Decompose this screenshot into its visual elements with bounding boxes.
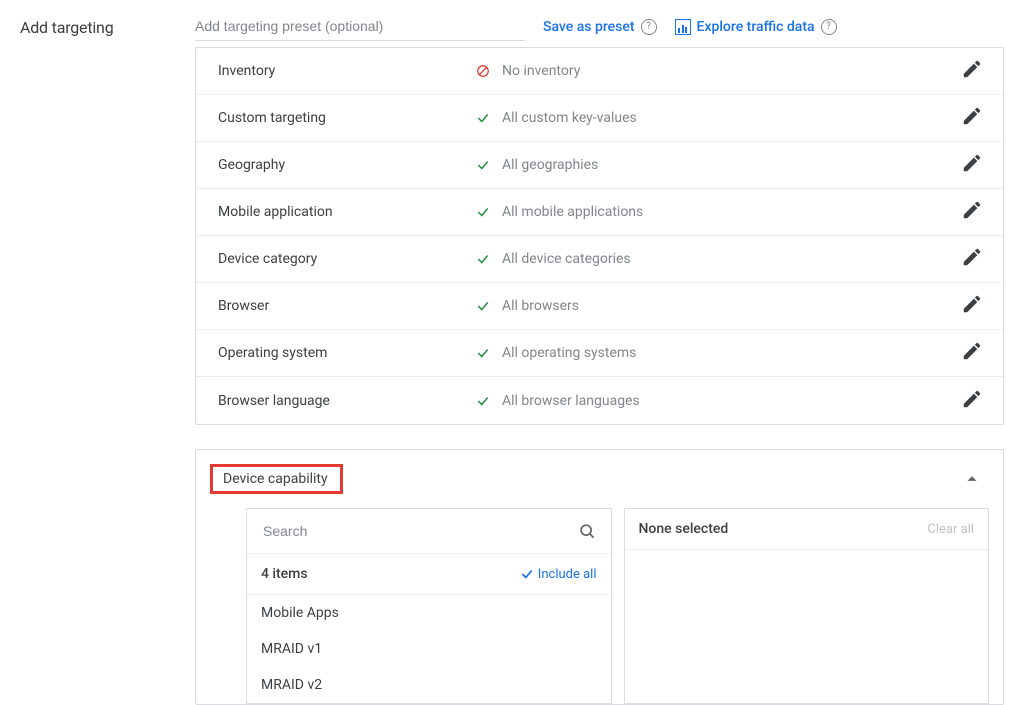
pencil-icon [961, 199, 983, 221]
explore-traffic-link[interactable]: Explore traffic data [675, 19, 815, 35]
row-status: All operating systems [474, 345, 961, 361]
row-status: All mobile applications [474, 204, 961, 220]
edit-button[interactable] [961, 105, 983, 131]
edit-button[interactable] [961, 152, 983, 178]
help-icon[interactable]: ? [641, 19, 657, 35]
pencil-icon [961, 340, 983, 362]
targeting-row: GeographyAll geographies [196, 142, 1003, 189]
pencil-icon [961, 58, 983, 80]
explore-link-label: Explore traffic data [697, 19, 815, 35]
targeting-row: Mobile applicationAll mobile application… [196, 189, 1003, 236]
edit-button[interactable] [961, 246, 983, 272]
pencil-icon [961, 388, 983, 410]
row-label: Device category [218, 251, 474, 267]
row-label: Mobile application [218, 204, 474, 220]
save-preset-link[interactable]: Save as preset [543, 19, 635, 35]
check-icon [474, 346, 492, 360]
device-capability-header[interactable]: Device capability [196, 450, 1003, 508]
targeting-summary-card: InventoryNo inventoryCustom targetingAll… [195, 47, 1004, 425]
clear-all-button[interactable]: Clear all [927, 522, 974, 537]
row-label: Custom targeting [218, 110, 474, 126]
include-all-label: Include all [538, 567, 597, 582]
row-label: Geography [218, 157, 474, 173]
row-status: All browser languages [474, 393, 961, 409]
search-input[interactable] [261, 522, 577, 540]
edit-button[interactable] [961, 199, 983, 225]
row-status: All custom key-values [474, 110, 961, 126]
pencil-icon [961, 105, 983, 127]
edit-button[interactable] [961, 293, 983, 319]
highlight-box: Device capability [210, 464, 343, 494]
selected-panel: None selected Clear all [624, 508, 990, 704]
edit-button[interactable] [961, 388, 983, 414]
list-item[interactable]: MRAID v1 [247, 631, 611, 667]
edit-button[interactable] [961, 58, 983, 84]
row-label: Inventory [218, 63, 474, 79]
device-capability-panel: Device capability 4 items [195, 449, 1004, 705]
check-icon [474, 111, 492, 125]
targeting-row: Custom targetingAll custom key-values [196, 95, 1003, 142]
preset-input[interactable] [195, 12, 525, 41]
targeting-row: Device categoryAll device categories [196, 236, 1003, 283]
edit-button[interactable] [961, 340, 983, 366]
available-panel: 4 items Include all Mobile AppsMRAID v1M… [246, 508, 612, 704]
row-label: Operating system [218, 345, 474, 361]
check-icon [474, 158, 492, 172]
chart-icon [675, 19, 691, 35]
include-all-button[interactable]: Include all [520, 567, 597, 582]
section-title: Add targeting [20, 12, 195, 705]
chevron-up-icon [961, 468, 983, 490]
row-status: All geographies [474, 157, 961, 173]
preset-row: Save as preset ? Explore traffic data ? [195, 12, 1004, 41]
check-icon [474, 252, 492, 266]
row-label: Browser language [218, 393, 474, 409]
pencil-icon [961, 152, 983, 174]
items-count: 4 items [261, 566, 520, 582]
row-status: No inventory [474, 63, 961, 79]
device-capability-title: Device capability [223, 471, 328, 487]
check-icon [474, 205, 492, 219]
targeting-row: BrowserAll browsers [196, 283, 1003, 330]
row-label: Browser [218, 298, 474, 314]
no-entry-icon [474, 64, 492, 78]
targeting-row: Operating systemAll operating systems [196, 330, 1003, 377]
search-icon [577, 521, 597, 541]
help-icon[interactable]: ? [821, 19, 837, 35]
row-status: All device categories [474, 251, 961, 267]
pencil-icon [961, 293, 983, 315]
list-item[interactable]: MRAID v2 [247, 667, 611, 703]
check-icon [474, 394, 492, 408]
none-selected-label: None selected [639, 521, 928, 537]
row-status: All browsers [474, 298, 961, 314]
list-item[interactable]: Mobile Apps [247, 595, 611, 631]
pencil-icon [961, 246, 983, 268]
targeting-row: InventoryNo inventory [196, 48, 1003, 95]
targeting-row: Browser languageAll browser languages [196, 377, 1003, 424]
check-icon [474, 299, 492, 313]
